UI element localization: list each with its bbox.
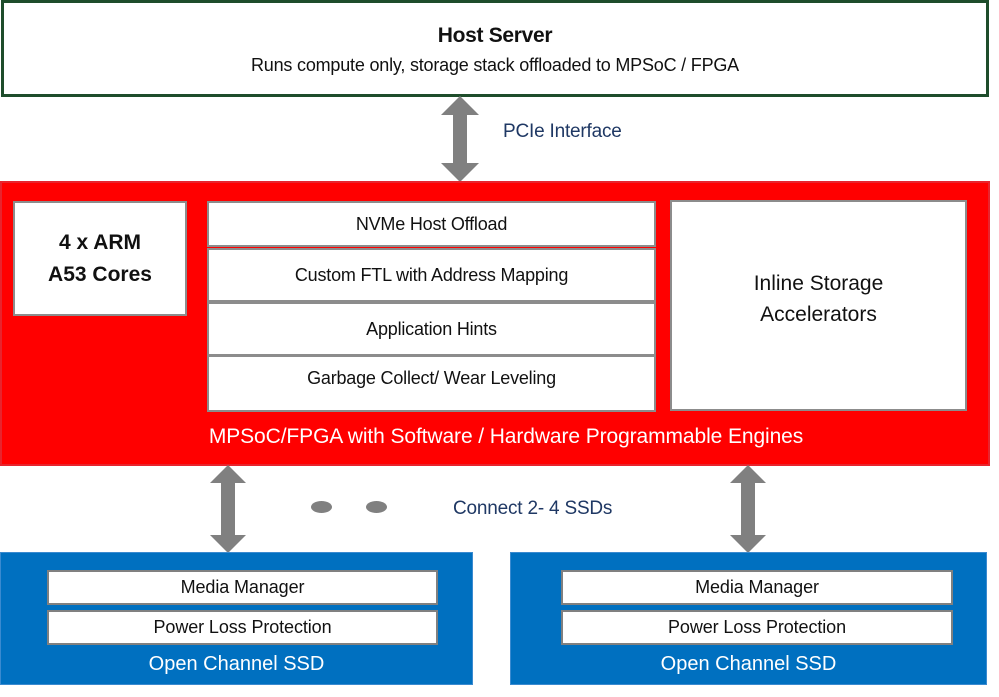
- pcie-interface-label: PCIe Interface: [503, 121, 622, 142]
- mpsoc-caption: MPSoC/FPGA with Software / Hardware Prog…: [208, 425, 804, 448]
- ssd-media-manager: Media Manager: [47, 570, 438, 605]
- storage-stack: NVMe Host Offload Custom FTL with Addres…: [207, 201, 656, 412]
- accelerators-line-2: Accelerators: [760, 302, 877, 326]
- ssd-right-double-arrow-icon: [730, 465, 766, 553]
- ssd-power-loss-protection: Power Loss Protection: [561, 610, 953, 645]
- open-channel-ssd-box: Media Manager Power Loss Protection Open…: [0, 552, 473, 685]
- pcie-double-arrow-icon: [441, 96, 479, 182]
- accelerators-line-1: Inline Storage: [753, 271, 884, 295]
- ssd-caption: Open Channel SSD: [148, 653, 325, 675]
- inline-accelerators-box: Inline Storage Accelerators: [670, 200, 967, 411]
- host-server-subtitle: Runs compute only, storage stack offload…: [251, 55, 739, 75]
- stack-layer-ftl: Custom FTL with Address Mapping: [207, 248, 656, 302]
- connect-ssds-label: Connect 2- 4 SSDs: [453, 498, 613, 519]
- stack-layer-app-hints: Application Hints: [207, 302, 656, 356]
- host-server-title: Host Server: [437, 24, 553, 47]
- arm-cores-box: 4 x ARM A53 Cores: [13, 201, 187, 316]
- ssd-power-loss-protection: Power Loss Protection: [47, 610, 438, 645]
- ellipsis-dot-icon: [366, 501, 387, 513]
- ssd-media-manager: Media Manager: [561, 570, 953, 605]
- arm-cores-line-2: A53 Cores: [48, 262, 152, 286]
- host-server-box: Host Server Runs compute only, storage s…: [1, 0, 989, 97]
- arm-cores-line-1: 4 x ARM: [58, 230, 142, 254]
- ssd-caption: Open Channel SSD: [660, 653, 837, 675]
- ssd-left-double-arrow-icon: [210, 465, 246, 553]
- open-channel-ssd-box: Media Manager Power Loss Protection Open…: [510, 552, 987, 685]
- stack-layer-gc-wear-leveling: Garbage Collect/ Wear Leveling: [207, 355, 656, 412]
- stack-layer-nvme: NVMe Host Offload: [207, 201, 656, 247]
- ellipsis-dot-icon: [311, 501, 332, 513]
